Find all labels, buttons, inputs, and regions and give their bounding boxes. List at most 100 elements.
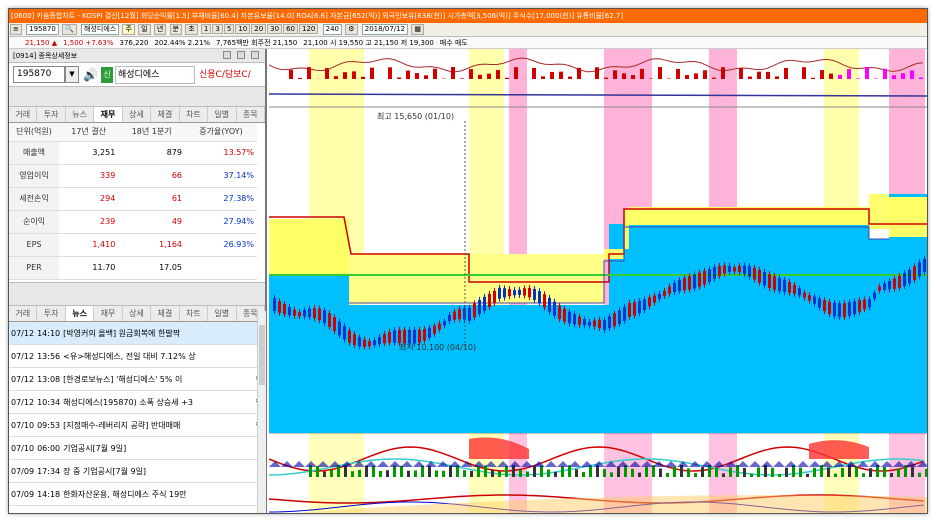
candle-body [803, 292, 806, 298]
tab-7[interactable]: 일별 [208, 107, 237, 122]
interval-button[interactable]: 10 [235, 24, 251, 34]
scrollbar-thumb[interactable] [259, 325, 265, 385]
table-row: 매출액 3,251 879 13.57% [9, 141, 257, 165]
candle-body [688, 276, 691, 290]
interval-button[interactable]: 60 [283, 24, 298, 34]
news-item[interactable]: 07/1210:34해성디에스(195870) 소폭 상승세 +3한 [9, 390, 265, 414]
tab-3[interactable]: 재무 [94, 107, 123, 122]
tab-8[interactable]: 종목 [237, 107, 265, 122]
stock-name-field[interactable]: 해성디에스 [81, 24, 120, 35]
volume-bar [433, 68, 437, 79]
histogram-bar [393, 465, 396, 477]
histogram-bar [722, 473, 725, 477]
period-week-button[interactable]: 주 [122, 24, 135, 35]
close-icon[interactable] [251, 51, 259, 59]
candle-body [363, 339, 366, 347]
candle-body [573, 314, 576, 325]
histogram-bar [799, 467, 802, 477]
stock-code-input[interactable]: 195870 [13, 66, 65, 83]
tab-1[interactable]: 투자 [37, 107, 66, 122]
minimize-icon[interactable] [223, 51, 231, 59]
candle-body [323, 310, 326, 324]
interval-button[interactable]: 1 [200, 24, 212, 34]
candle-body [703, 270, 706, 285]
scrollbar[interactable] [257, 311, 266, 513]
panel-header: [0914] 종목상세정보 [9, 49, 265, 63]
period-minute-button[interactable]: 분 [169, 24, 182, 35]
interval-button[interactable]: 3 [212, 24, 223, 34]
price-info-item[interactable]: 매수 매도 [440, 39, 468, 47]
candle-body [748, 266, 751, 277]
interval-button[interactable]: 5 [223, 24, 235, 34]
volume-bar [397, 77, 401, 79]
row-label: 매출액 [9, 141, 59, 165]
candle-body [873, 292, 876, 299]
candle-body [683, 278, 686, 291]
table-cell: 49 [118, 210, 185, 234]
tab-4[interactable]: 상세 [123, 305, 152, 321]
histogram-bar [512, 465, 515, 477]
row-label: 영업이익 [9, 164, 59, 188]
tab-2[interactable]: 뉴스 [66, 107, 95, 122]
histogram-bar [323, 471, 326, 477]
tab-2[interactable]: 뉴스 [65, 305, 95, 321]
speaker-icon[interactable]: 🔊 [83, 67, 99, 83]
histogram-bar [316, 466, 319, 477]
interval-button[interactable]: 30 [267, 24, 283, 34]
candle-body [753, 267, 756, 280]
candle-body [713, 267, 716, 279]
search-icon[interactable]: 🔍 [62, 24, 77, 35]
tab-0[interactable]: 거래 [9, 305, 38, 321]
candle-body [698, 272, 701, 287]
candle-body [648, 297, 651, 307]
date-input[interactable]: 2018/07/12 [361, 24, 409, 35]
period-year-button[interactable]: 년 [153, 24, 167, 35]
candle-body [823, 300, 826, 312]
calendar-icon[interactable]: ▦ [411, 24, 424, 35]
tab-1[interactable]: 투자 [37, 305, 66, 321]
candle-body [343, 326, 346, 340]
candle-body [773, 276, 776, 290]
interval-button[interactable]: 120 [299, 24, 319, 34]
candle-body [888, 281, 891, 290]
period-day-button[interactable]: 일 [138, 24, 151, 35]
menu-icon[interactable]: ≡ [10, 24, 22, 35]
news-item[interactable]: 07/0914:18한화자산운용, 해성디에스 주식 19만A [9, 482, 265, 506]
news-item[interactable]: 07/1006:00기업공시[7월 9일]A [9, 436, 265, 460]
period-second-button[interactable]: 초 [185, 24, 198, 35]
tab-0[interactable]: 거래 [9, 107, 38, 122]
tab-6[interactable]: 차트 [180, 305, 209, 321]
detail-tabs: 거래 투자 뉴스 재무 상세 체결 차트 일별 종목 [9, 107, 265, 123]
tab-5[interactable]: 체결 [151, 107, 180, 122]
tool-icon[interactable]: ⚙ [345, 24, 358, 35]
candle-body [378, 336, 381, 345]
news-item[interactable]: 07/1213:08[한경로보뉴스] '해성디에스' 5% 이한 [9, 367, 265, 391]
volume-bar [424, 75, 428, 79]
tab-4[interactable]: 상세 [123, 107, 152, 122]
price-info-item: 1,500 +7.63% [63, 39, 114, 47]
candle-body [348, 330, 351, 343]
candle-body [448, 314, 451, 322]
tab-7[interactable]: 일별 [208, 305, 237, 321]
maximize-icon[interactable] [237, 51, 245, 59]
tab-6[interactable]: 차트 [180, 107, 209, 122]
news-item[interactable]: 07/1009:53[지정매수-레버리지 공략] 반대매매한 [9, 413, 265, 437]
tab-3[interactable]: 재무 [94, 305, 123, 321]
candle-body [613, 313, 616, 327]
tab-5[interactable]: 체결 [151, 305, 180, 321]
chevron-down-icon[interactable]: ▼ [65, 66, 79, 83]
news-item[interactable]: 07/1213:56<유>해성디에스, 전일 대비 7.12% 상A [9, 344, 265, 368]
price-chart[interactable]: 최고 15,650 (01/10) 최저 10,100 (04/10) [269, 49, 927, 513]
volume-bar [829, 73, 833, 79]
news-item[interactable]: 07/0917:34장 중 기업공시[7월 9일]A [9, 459, 265, 483]
candle-body [638, 301, 641, 314]
volume-bar [361, 76, 365, 79]
candle-body [623, 306, 626, 321]
candle-body [428, 327, 431, 338]
count-input[interactable]: 240 [322, 24, 342, 35]
histogram-bar [841, 468, 844, 477]
interval-button[interactable]: 20 [251, 24, 267, 34]
cloud-band [269, 219, 349, 275]
news-item[interactable]: 07/1214:10[박영커의 올백] 원금회복에 한발짝0 [9, 321, 265, 345]
stock-code-input[interactable]: 195870 [26, 24, 59, 35]
